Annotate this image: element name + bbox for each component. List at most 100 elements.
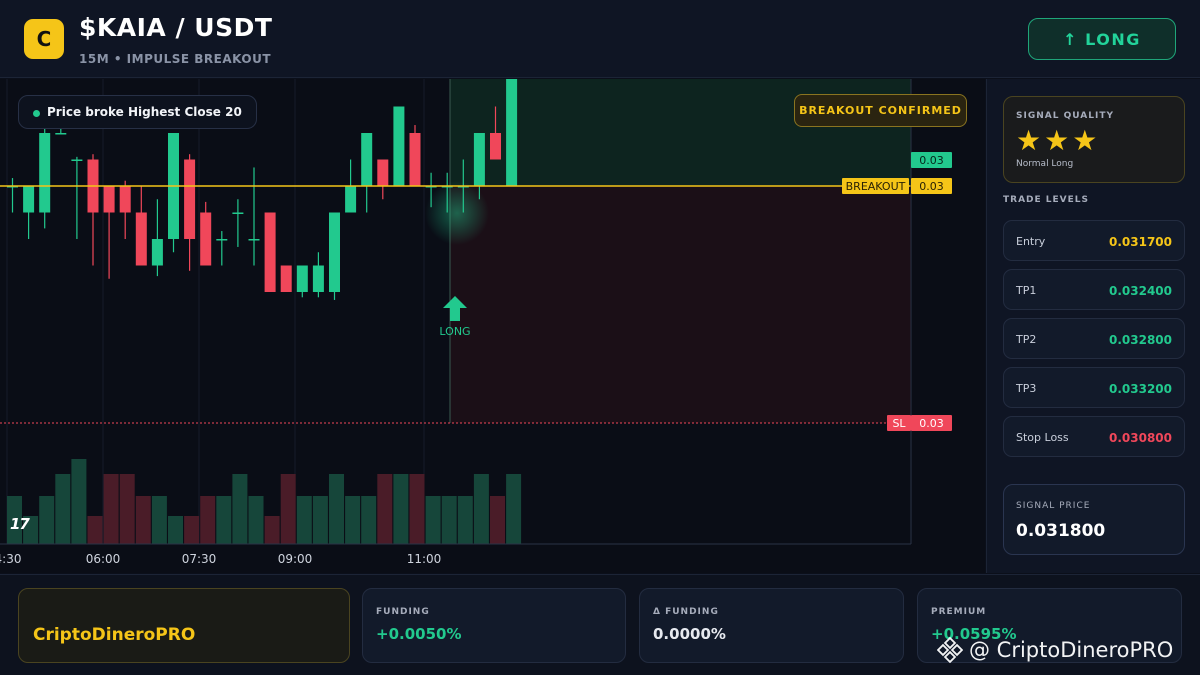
delta-funding-value: 0.0000%: [653, 625, 726, 643]
signal-price-title: SIGNAL PRICE: [1016, 501, 1091, 511]
volume-bar: [506, 474, 522, 544]
candle-body: [329, 212, 340, 292]
candle-body: [280, 265, 292, 292]
volume-bar: [361, 496, 377, 544]
long-marker-label: LONG: [439, 325, 470, 338]
breakout-glow: [425, 181, 489, 245]
trade-level-row: TP3 0.033200: [1003, 367, 1185, 408]
sl-value-tag: 0.03: [919, 417, 944, 430]
trade-level-row: TP2 0.032800: [1003, 318, 1185, 359]
trade-level-value: 0.032800: [1108, 333, 1172, 347]
time-axis-label: 07:30: [182, 552, 217, 566]
watermark-text: @ CriptoDineroPRO: [969, 638, 1174, 662]
volume-bar: [168, 516, 183, 544]
sl-label-tag: SL: [892, 417, 906, 430]
candle-body: [264, 212, 276, 292]
candle-body: [490, 133, 501, 160]
status-dot-icon: [33, 110, 40, 117]
candle-body: [296, 265, 308, 292]
candle-body: [345, 186, 357, 213]
volume-bar: [393, 474, 409, 544]
trade-level-value: 0.032400: [1108, 284, 1172, 298]
volume-bar: [151, 496, 167, 544]
trade-level-row: TP1 0.032400: [1003, 269, 1185, 310]
volume-bar: [473, 474, 489, 544]
long-signal-button[interactable]: ↑ LONG: [1028, 18, 1176, 60]
candle-body: [248, 239, 260, 241]
candle-body: [119, 186, 131, 213]
funding-title: FUNDING: [376, 607, 430, 617]
delta-funding-card: Δ FUNDING 0.0000%: [639, 588, 904, 663]
candle-body: [216, 239, 228, 241]
price-chart[interactable]: 0.03 BREAKOUT 0.03 SL 0.03 LONG 4:30 06:00 07:30…: [0, 79, 985, 573]
volume-bar: [425, 496, 441, 544]
footer: CriptoDineroPRO FUNDING +0.0050% Δ FUNDI…: [0, 574, 1200, 675]
volume-bar: [39, 496, 55, 544]
brand-card: CriptoDineroPRO: [18, 588, 350, 663]
time-axis-label: 09:00: [278, 552, 313, 566]
trade-level-value: 0.030800: [1108, 431, 1172, 445]
volume-bar: [135, 496, 151, 544]
volume-bar: [312, 496, 328, 544]
breakout-value-tag: 0.03: [919, 180, 944, 193]
pair-title: $KAIA / USDT: [79, 13, 273, 42]
signal-pill: Price broke Highest Close 20: [18, 95, 257, 129]
signal-quality-subtitle: Normal Long: [1016, 159, 1074, 169]
time-axis-label: 11:00: [407, 552, 442, 566]
breakout-confirmed-badge: BREAKOUT CONFIRMED: [794, 94, 967, 127]
candle-body: [103, 186, 115, 213]
trade-level-value: 0.031700: [1108, 235, 1172, 249]
volume-bar: [184, 516, 200, 544]
price-tag: 0.03: [919, 154, 944, 167]
candle-body: [409, 133, 421, 186]
funding-card: FUNDING +0.0050%: [362, 588, 626, 663]
trade-level-row: Entry 0.031700: [1003, 220, 1185, 261]
time-axis-label: 06:00: [86, 552, 121, 566]
candle-body: [232, 212, 244, 214]
trade-level-label: Entry: [1016, 235, 1046, 248]
time-axis-label: 4:30: [0, 552, 21, 566]
candle-body: [361, 133, 373, 186]
delta-funding-title: Δ FUNDING: [653, 607, 719, 617]
breakout-label-tag: BREAKOUT: [846, 180, 906, 193]
volume-bar: [264, 516, 280, 544]
trade-level-row: Stop Loss 0.030800: [1003, 416, 1185, 457]
volume-bar: [103, 474, 119, 544]
trade-level-label: TP3: [1016, 382, 1037, 395]
volume-bar: [71, 459, 87, 544]
candle-body: [200, 212, 212, 266]
candle-body: [377, 159, 389, 186]
volume-bar: [232, 474, 248, 544]
volume-bar: [119, 474, 135, 544]
candle-body: [39, 133, 51, 213]
signal-price-value: 0.031800: [1016, 521, 1106, 541]
volume-bar: [409, 474, 425, 544]
signal-quality-card: SIGNAL QUALITY ★★★ Normal Long: [1003, 96, 1185, 183]
volume-bar: [377, 474, 393, 544]
funding-value: +0.0050%: [376, 625, 462, 643]
trade-level-label: Stop Loss: [1016, 431, 1069, 444]
candle-body: [506, 79, 518, 186]
candle-body: [184, 159, 196, 239]
candle-body: [135, 212, 147, 266]
stop-loss-zone: [450, 186, 911, 423]
volume-bar: [296, 496, 312, 544]
volume-bar: [55, 474, 71, 544]
signal-quality-title: SIGNAL QUALITY: [1016, 111, 1114, 121]
volume-bar: [329, 474, 344, 544]
volume-bar: [457, 496, 473, 544]
volume-bar: [248, 496, 264, 544]
volume-bar: [490, 496, 505, 544]
volume-bar: [87, 516, 103, 544]
volume-bar: [216, 496, 232, 544]
signal-price-card: SIGNAL PRICE 0.031800: [1003, 484, 1185, 555]
candle-body: [393, 106, 405, 186]
volume-bar: [345, 496, 361, 544]
premium-title: PREMIUM: [931, 607, 987, 617]
trade-level-label: TP2: [1016, 333, 1037, 346]
timeframe-subtitle: 15M • IMPULSE BREAKOUT: [79, 52, 272, 66]
trade-level-label: TP1: [1016, 284, 1037, 297]
watermark: @ CriptoDineroPRO: [937, 637, 1173, 663]
candle-body: [473, 133, 485, 186]
header: C $KAIA / USDT 15M • IMPULSE BREAKOUT ↑ …: [0, 0, 1200, 78]
